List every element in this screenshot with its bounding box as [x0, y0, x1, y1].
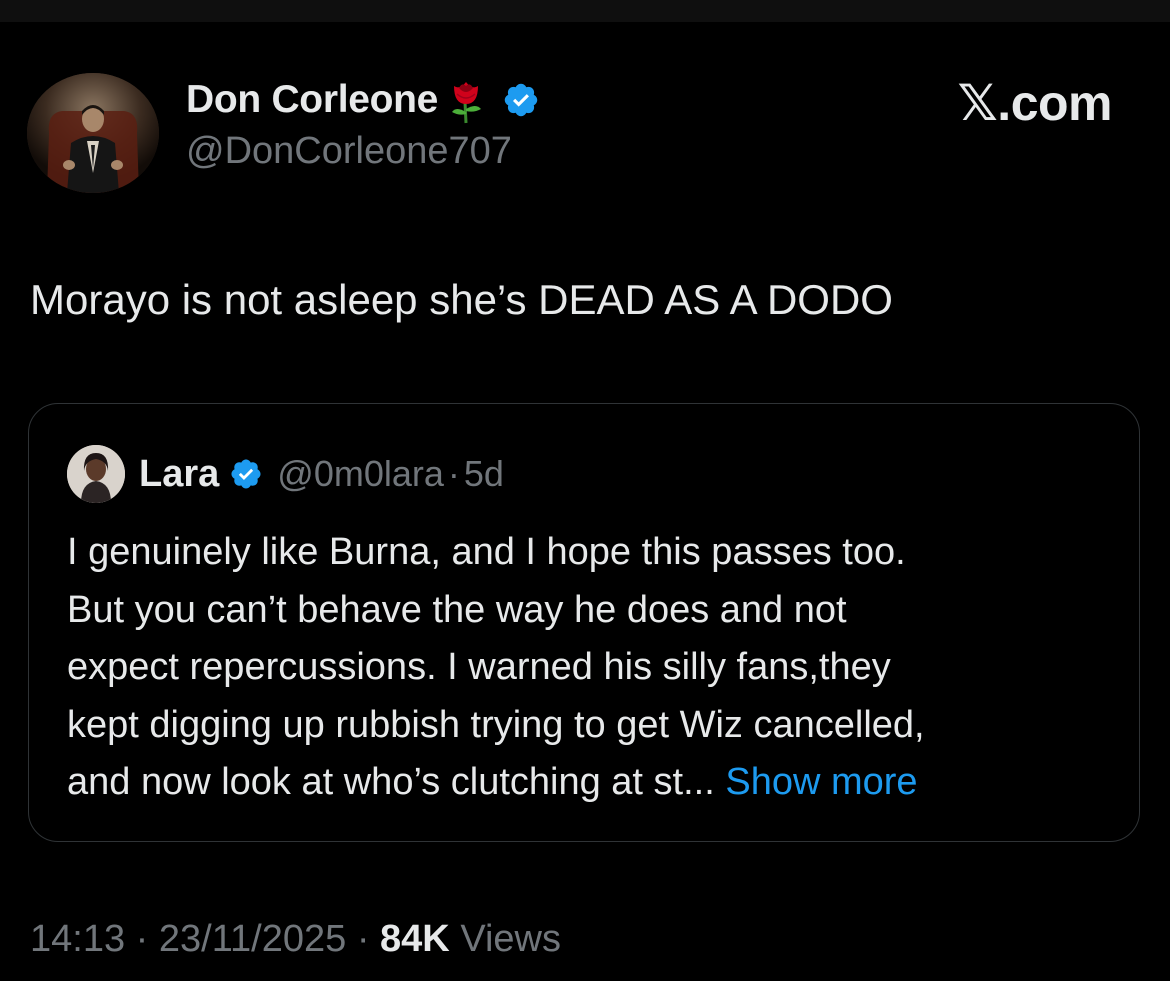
quoted-avatar-image — [67, 445, 125, 503]
quoted-tweet-card[interactable]: Lara @0m0lara · 5d I genuinely like Burn… — [28, 403, 1140, 842]
quoted-tweet-text: I genuinely like Burna, and I hope this … — [67, 524, 1117, 812]
quoted-author-name[interactable]: Lara — [139, 453, 219, 496]
tweet-text: Morayo is not asleep she’s DEAD AS A DOD… — [30, 276, 893, 323]
quoted-separator: · — [447, 453, 460, 494]
quoted-text-truncated: and now look at who’s clutching at st... — [67, 761, 715, 803]
views-count[interactable]: 84K — [380, 918, 450, 960]
meta-separator: · — [135, 918, 149, 960]
rose-icon — [452, 82, 482, 124]
author-display-name[interactable]: Don Corleone — [186, 78, 438, 122]
quoted-timestamp[interactable]: 5d — [464, 453, 504, 495]
brand-logo: 𝕏.com — [957, 75, 1113, 131]
author-name-row: Don Corleone — [186, 76, 540, 124]
quoted-text-line: kept digging up rubbish trying to get Wi… — [67, 703, 925, 746]
tweet-time[interactable]: 14:13 — [30, 918, 125, 960]
quoted-text-line-last: and now look at who’s clutching at st...… — [67, 754, 1117, 812]
quoted-verified-badge-icon — [231, 459, 261, 489]
quoted-tweet-header: Lara @0m0lara · 5d — [67, 445, 504, 503]
show-more-link[interactable]: Show more — [725, 761, 917, 803]
quoted-text-line: I genuinely like Burna, and I hope this … — [67, 531, 906, 573]
tweet-date[interactable]: 23/11/2025 — [159, 918, 346, 960]
quoted-author-avatar[interactable] — [67, 445, 125, 503]
avatar-image — [27, 73, 159, 193]
quoted-author-handle[interactable]: @0m0lara — [277, 453, 444, 495]
status-bar — [0, 0, 1170, 22]
meta-separator: · — [356, 918, 370, 960]
author-avatar[interactable] — [27, 73, 159, 193]
author-handle[interactable]: @DonCorleone707 — [186, 130, 512, 173]
quoted-text-line: expect repercussions. I warned his silly… — [67, 646, 891, 688]
views-label: Views — [460, 918, 561, 960]
quoted-text-line: But you can’t behave the way he does and… — [67, 588, 847, 631]
verified-badge-icon — [504, 83, 538, 117]
tweet-meta: 14:13 · 23/11/2025 · 84K Views — [30, 918, 561, 961]
